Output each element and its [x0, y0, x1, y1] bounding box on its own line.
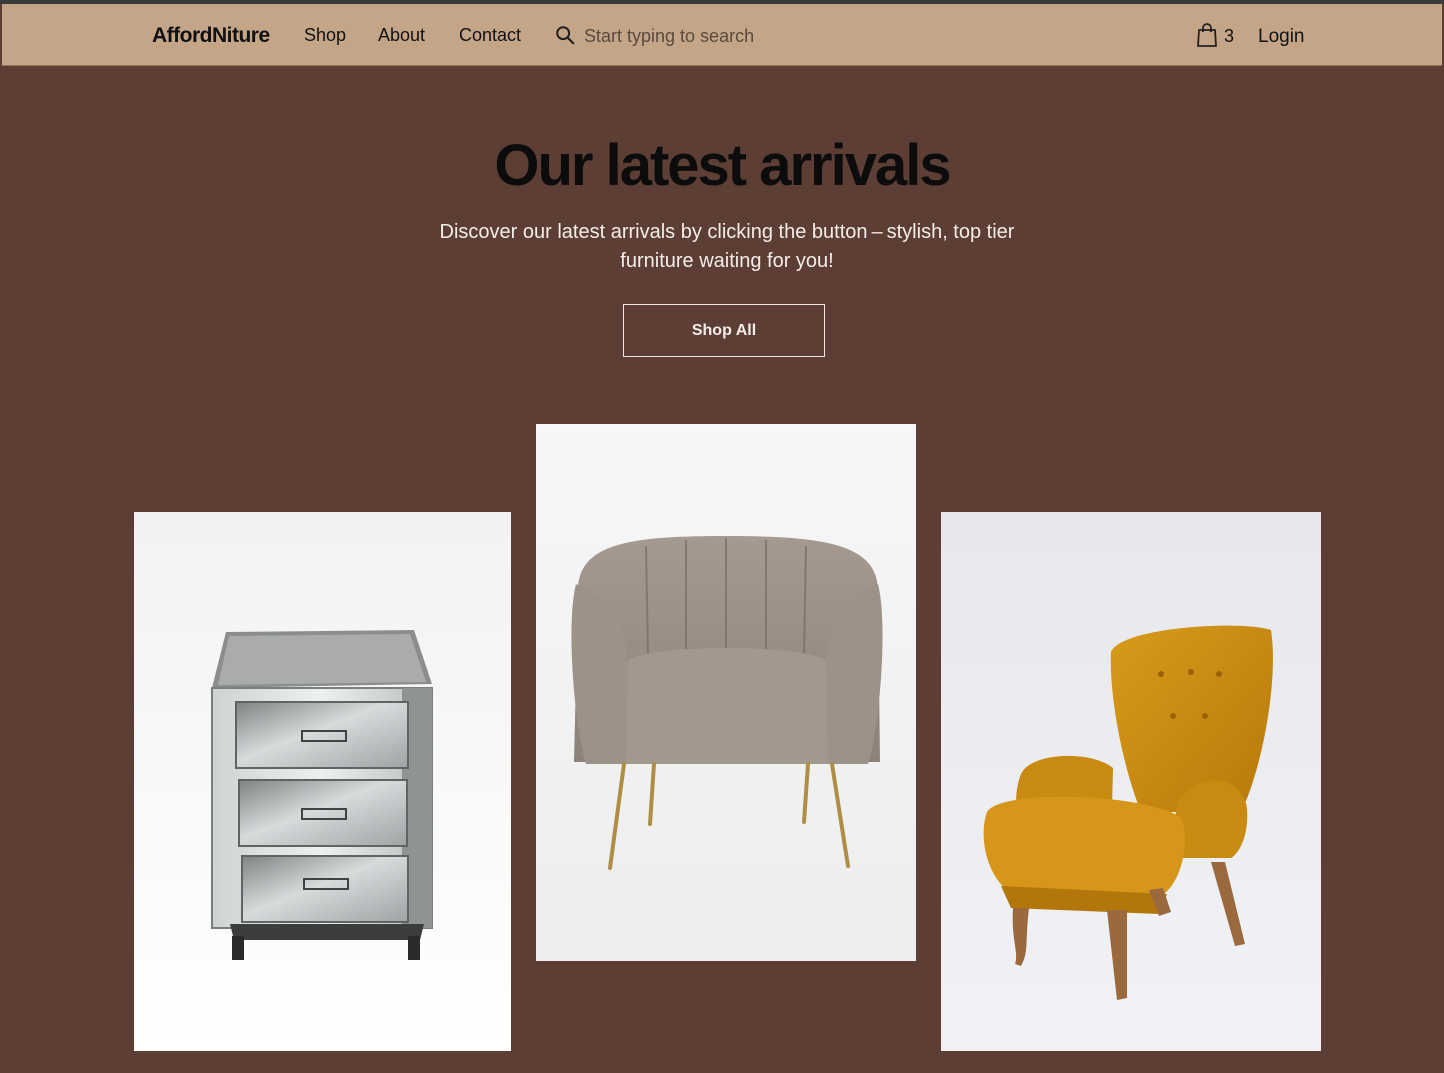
search-input[interactable] [584, 22, 844, 50]
nav-link-contact[interactable]: Contact [459, 25, 521, 46]
product-card-nightstand[interactable] [134, 512, 511, 1051]
cart-count-badge: 3 [1224, 26, 1235, 46]
hero-title: Our latest arrivals [494, 133, 951, 198]
nav-link-shop[interactable]: Shop [304, 25, 346, 46]
search-bar [554, 22, 854, 50]
mustard-velvet-armchair-image [941, 512, 1321, 1051]
product-card-mustard-armchair[interactable] [941, 512, 1321, 1051]
login-link[interactable]: Login [1258, 26, 1305, 48]
top-navigation: AffordNiture Shop About Contact 3 Login [2, 4, 1442, 66]
taupe-velvet-armchair-image [536, 424, 916, 961]
hero-subtitle: Discover our latest arrivals by clicking… [439, 221, 1015, 272]
mirrored-nightstand-image [134, 512, 511, 1051]
nav-link-about[interactable]: About [378, 25, 425, 46]
shopping-bag-icon [1197, 23, 1217, 47]
search-icon[interactable] [554, 24, 576, 46]
product-card-taupe-armchair[interactable] [536, 424, 916, 961]
shop-all-button[interactable]: Shop All [623, 304, 825, 357]
brand-logo[interactable]: AffordNiture [152, 24, 270, 48]
